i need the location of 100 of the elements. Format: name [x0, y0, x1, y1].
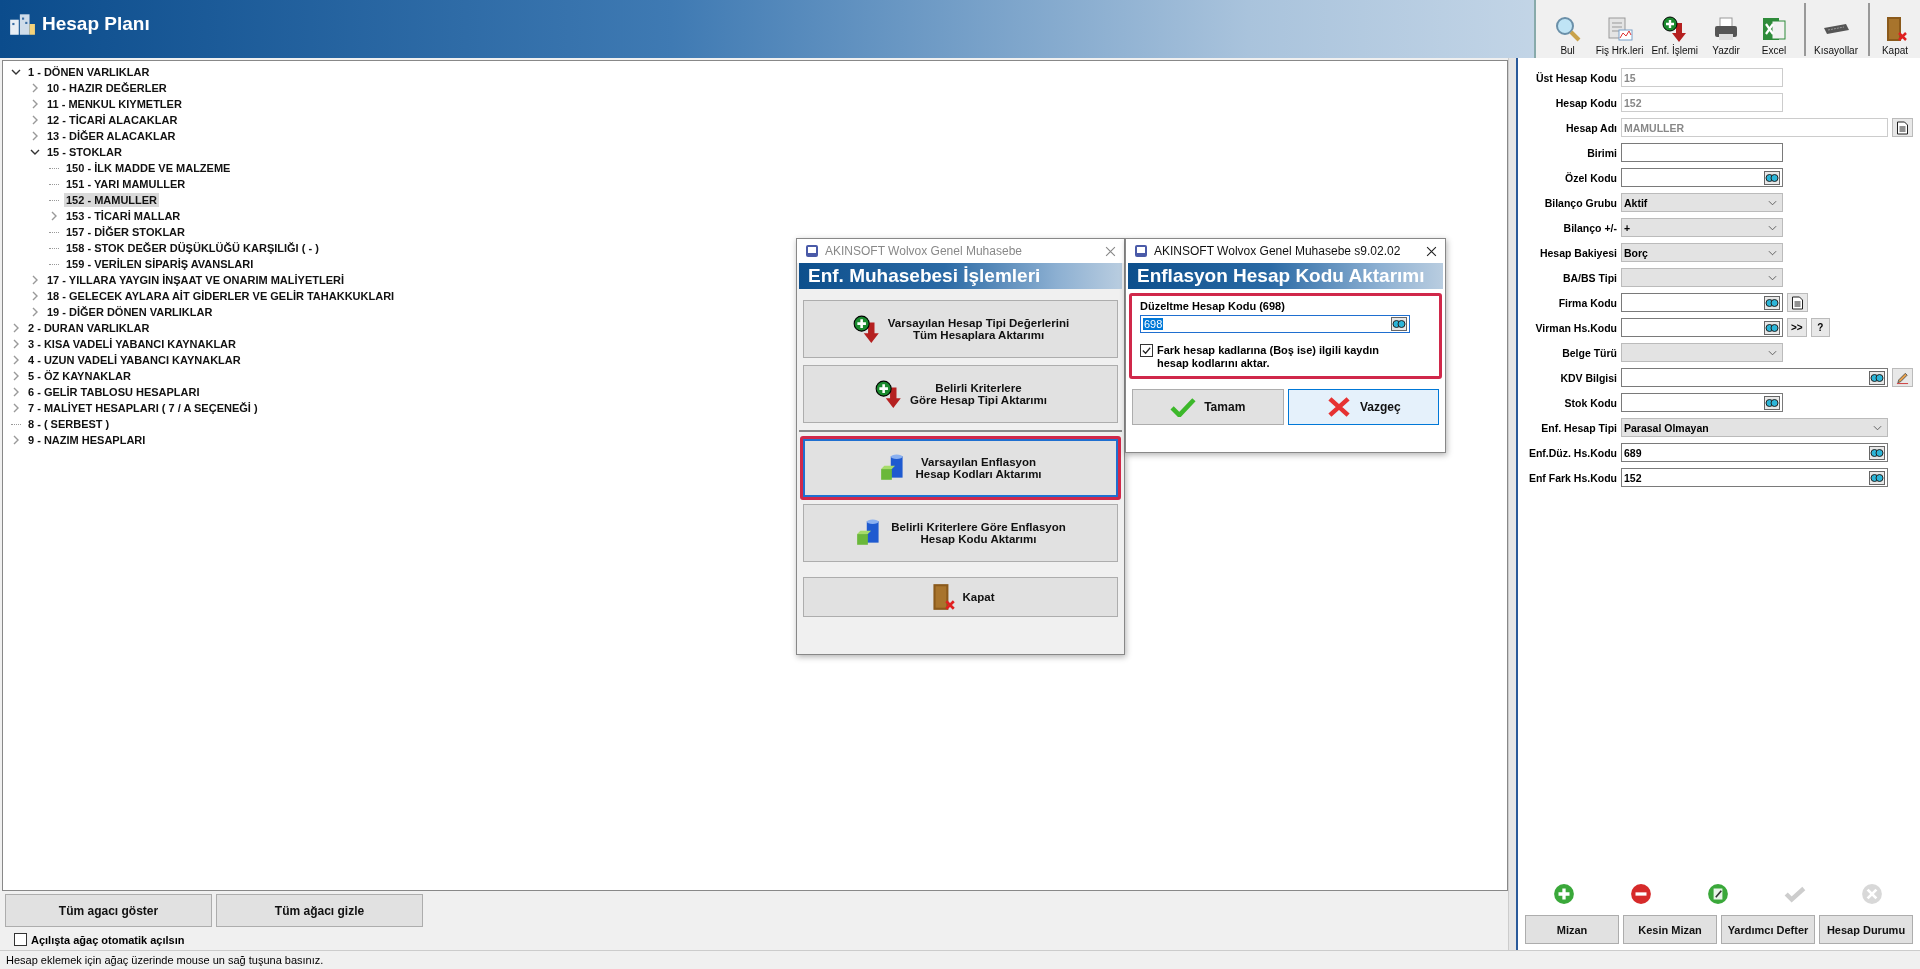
small-button[interactable]: ?: [1810, 318, 1830, 337]
dialog-heading: Enflasyon Hesap Kodu Aktarımı: [1128, 263, 1443, 289]
input-field[interactable]: 698: [1140, 315, 1410, 333]
add-down-icon: [851, 314, 882, 344]
chevron-icon[interactable]: [30, 147, 40, 157]
toolbar-button[interactable]: Yazdir: [1702, 3, 1751, 56]
dropdown[interactable]: Borç: [1621, 243, 1783, 262]
dropdown[interactable]: Parasal Olmayan: [1621, 418, 1888, 437]
checkbox[interactable]: [14, 933, 27, 946]
report-button[interactable]: Mizan: [1525, 915, 1619, 944]
caret-icon: [1768, 224, 1777, 231]
tree-item[interactable]: 7 - MALİYET HESAPLARI ( 7 / A SEÇENEĞİ ): [26, 401, 260, 415]
tree-item[interactable]: 8 - ( SERBEST ): [26, 417, 112, 431]
toolbar-button[interactable]: Kısayollar: [1804, 3, 1862, 56]
tree-item[interactable]: 18 - GELECEK AYLARA AİT GİDERLER VE GELİR TAHAKKUKLARI: [45, 289, 397, 303]
tree-item[interactable]: 19 - DİĞER DÖNEN VARLIKLAR: [45, 305, 215, 319]
tree-item[interactable]: 12 - TİCARİ ALACAKLAR: [45, 113, 180, 127]
tree-item[interactable]: 4 - UZUN VADELİ YABANCI KAYNAKLAR: [26, 353, 243, 367]
input-field[interactable]: [1621, 318, 1783, 337]
binoculars-icon[interactable]: [1869, 370, 1885, 385]
field-label: Bilanço Grubu: [1543, 196, 1617, 209]
dialog-button[interactable]: Vazgeç: [1287, 389, 1439, 425]
dialog-button[interactable]: Tamam: [1132, 389, 1284, 425]
field-label: Özel Kodu: [1564, 171, 1617, 184]
dropdown[interactable]: +: [1621, 218, 1783, 237]
input-field[interactable]: [1621, 143, 1783, 162]
input-field[interactable]: 152: [1621, 468, 1888, 487]
report-button[interactable]: Yardımcı Defter: [1721, 915, 1815, 944]
chevron-icon[interactable]: [11, 67, 21, 77]
tree-button[interactable]: Tüm agacı göster: [5, 894, 212, 927]
input-field[interactable]: [1621, 393, 1783, 412]
tree-item[interactable]: 3 - KISA VADELİ YABANCI KAYNAKLAR: [26, 337, 238, 351]
tree-item[interactable]: 157 - DİĞER STOKLAR: [64, 225, 187, 239]
small-button[interactable]: >>: [1787, 318, 1807, 337]
toolbar-button[interactable]: Excel: [1750, 3, 1799, 56]
input-field[interactable]: [1621, 368, 1888, 387]
caret-icon: [1768, 199, 1777, 206]
tree-item[interactable]: 17 - YILLARA YAYGIN İNŞAAT VE ONARIM MALİYETLERİ: [45, 273, 347, 287]
checkbox-label: Fark hesap kadlarına (Boş ise) ilgili kaydın hesap kodlarını aktar.: [1157, 344, 1380, 370]
tree-item[interactable]: 10 - HAZIR DEĞERLER: [45, 81, 169, 95]
report-button[interactable]: Kesin Mizan: [1623, 915, 1717, 944]
delete-icon[interactable]: [1629, 883, 1652, 905]
binoculars-icon[interactable]: [1869, 445, 1885, 460]
tree-item[interactable]: 153 - TİCARİ MALLAR: [64, 209, 183, 223]
note-button[interactable]: [1892, 118, 1913, 137]
tree-button[interactable]: Tüm ağacı gizle: [216, 894, 423, 927]
caret-icon: [1768, 349, 1777, 356]
operation-button[interactable]: Belirli Kriterlere Göre Hesap Tipi Aktarımı: [803, 365, 1118, 423]
pencil-button[interactable]: [1892, 368, 1913, 387]
caret-icon: [1768, 249, 1777, 256]
edit-icon[interactable]: [1706, 883, 1729, 905]
tree-item[interactable]: 150 - İLK MADDE VE MALZEME: [64, 161, 233, 175]
input-field[interactable]: 689: [1621, 443, 1888, 462]
field-label: Bilanço +/-: [1562, 221, 1617, 234]
operation-button[interactable]: Belirli Kriterlere Göre Enflasyon Hesap Kodu Aktarımı: [803, 504, 1118, 562]
dropdown[interactable]: Aktif: [1621, 193, 1783, 212]
binoculars-icon[interactable]: [1764, 170, 1780, 185]
report-button[interactable]: Hesap Durumu: [1819, 915, 1913, 944]
binoculars-icon[interactable]: [1764, 320, 1780, 335]
tree-item[interactable]: 158 - STOK DEĞER DÜŞÜKLÜĞÜ KARŞILIĞI ( - ): [64, 241, 321, 255]
tree-item[interactable]: 2 - DURAN VARLIKLAR: [26, 321, 152, 335]
tree-item[interactable]: 159 - VERİLEN SİPARİŞ AVANSLARI: [64, 257, 256, 271]
input-field[interactable]: [1621, 168, 1783, 187]
dialog-title: AKINSOFT Wolvox Genel Muhasebe s9.02.02: [1154, 244, 1402, 258]
tree-item[interactable]: 9 - NAZIM HESAPLARI: [26, 433, 148, 447]
toolbar-button[interactable]: Bul: [1543, 3, 1592, 56]
field-label: Firma Kodu: [1557, 296, 1617, 309]
tree-item[interactable]: 1 - DÖNEN VARLIKLAR: [26, 65, 152, 79]
splitter-handle[interactable]: [1508, 58, 1518, 950]
binoculars-icon[interactable]: [1391, 317, 1407, 331]
tree-item[interactable]: 152 - MAMULLER: [64, 193, 160, 207]
cross-icon: [1325, 397, 1352, 417]
operation-button[interactable]: Varsayılan Enflasyon Hesap Kodları Aktarımı: [803, 439, 1118, 497]
tree-item[interactable]: 13 - DİĞER ALACAKLAR: [45, 129, 178, 143]
tree-item[interactable]: 151 - YARI MAMULLER: [64, 177, 188, 191]
input-field[interactable]: [1621, 293, 1783, 312]
caret-icon: [1873, 424, 1882, 431]
dialog-heading: Enf. Muhasebesi İşlemleri: [799, 263, 1122, 289]
tree-item[interactable]: 15 - STOKLAR: [45, 145, 124, 159]
note-button[interactable]: [1787, 293, 1808, 312]
tree-item[interactable]: 5 - ÖZ KAYNAKLAR: [26, 369, 133, 383]
tree-item[interactable]: 6 - GELİR TABLOSU HESAPLARI: [26, 385, 202, 399]
operation-button[interactable]: Varsayılan Hesap Tipi Değerlerini Tüm Hesaplara Aktarımı: [803, 300, 1118, 358]
field-label: Belge Türü: [1561, 346, 1617, 359]
buildings-icon: [8, 11, 36, 37]
add-down-icon: [1660, 15, 1689, 43]
toolbar-button[interactable]: Fiş Hrk.leri: [1591, 3, 1648, 56]
field-label: Virman Hs.Kodu: [1534, 321, 1617, 334]
field-label: Hesap Bakiyesi: [1538, 246, 1617, 259]
close-icon[interactable]: [1426, 245, 1437, 257]
monitor-icon: [805, 244, 819, 258]
toolbar-button[interactable]: Kapat: [1868, 3, 1916, 56]
add-icon[interactable]: [1552, 883, 1575, 905]
binoculars-icon[interactable]: [1764, 395, 1780, 410]
tree-item[interactable]: 11 - MENKUL KIYMETLER: [45, 97, 184, 111]
checkbox[interactable]: [1140, 344, 1153, 357]
toolbar-button[interactable]: Enf. İşlemi: [1647, 3, 1703, 56]
binoculars-icon[interactable]: [1764, 295, 1780, 310]
close-button[interactable]: Kapat: [803, 577, 1118, 617]
binoculars-icon[interactable]: [1869, 470, 1885, 485]
